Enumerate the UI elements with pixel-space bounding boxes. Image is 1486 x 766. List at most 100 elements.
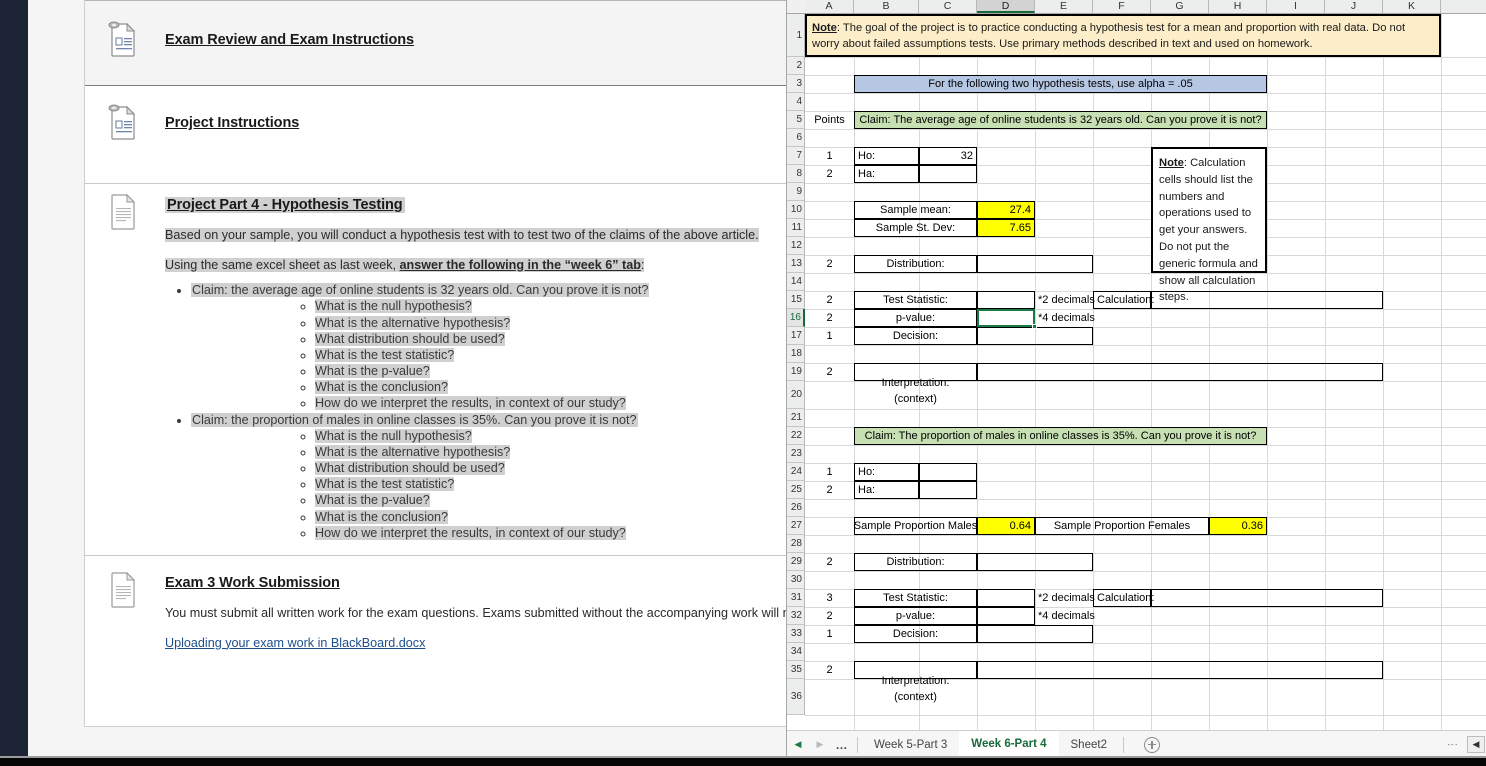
tab-scroll-next-icon[interactable]: ▶ <box>809 734 831 756</box>
lms-item-project-instructions[interactable]: Project Instructions <box>85 86 818 184</box>
calculation-value-cell-1[interactable] <box>1151 291 1383 309</box>
column-header-E[interactable]: E <box>1035 0 1093 13</box>
sample-mean-value-cell[interactable]: 27.4 <box>977 201 1035 219</box>
interpretation-value-cell-1[interactable] <box>977 363 1383 381</box>
column-header-K[interactable]: K <box>1383 0 1441 13</box>
distribution-value-cell-2[interactable] <box>977 553 1093 571</box>
row-header-17[interactable]: 17 <box>787 327 805 345</box>
pvalue-label-cell-2[interactable]: p-value: <box>854 607 977 625</box>
row-header-20[interactable]: 20 <box>787 381 805 409</box>
test-statistic-value-cell-2[interactable] <box>977 589 1035 607</box>
calculation-value-cell-2[interactable] <box>1151 589 1383 607</box>
row-header-2[interactable]: 2 <box>787 57 805 75</box>
row-header-16[interactable]: 16 <box>787 309 805 327</box>
spreadsheet-grid[interactable]: ABCDEFGHIJK 1 2 3 4 5 6 7 8 9 10 11 12 13 14 15 16 17 18 1… <box>787 0 1486 730</box>
points-value-row-29[interactable]: 2 <box>805 553 854 571</box>
row-header-3[interactable]: 3 <box>787 75 805 93</box>
ho-label-cell-1[interactable]: Ho: <box>854 147 919 165</box>
claim-1-banner-cell[interactable]: Claim: The average age of online student… <box>854 111 1267 129</box>
row-header-7[interactable]: 7 <box>787 147 805 165</box>
sample-proportion-males-value-cell[interactable]: 0.64 <box>977 517 1035 535</box>
sheet-tab-week5-part3[interactable]: Week 5-Part 3 <box>862 730 960 758</box>
lms-item-exam-3-submission[interactable]: Exam 3 Work Submission You must submit a… <box>85 556 818 726</box>
row-header-6[interactable]: 6 <box>787 129 805 147</box>
row-header-21[interactable]: 21 <box>787 409 805 427</box>
column-header-D[interactable]: D <box>977 0 1035 13</box>
row-header-27[interactable]: 27 <box>787 517 805 535</box>
row-header-11[interactable]: 11 <box>787 219 805 237</box>
lms-item-project-part-4[interactable]: Project Part 4 - Hypothesis Testing Base… <box>85 184 818 556</box>
points-value-row-32[interactable]: 2 <box>805 607 854 625</box>
points-value-row-24[interactable]: 1 <box>805 463 854 481</box>
row-header-24[interactable]: 24 <box>787 463 805 481</box>
row-header-15[interactable]: 15 <box>787 291 805 309</box>
column-header-C[interactable]: C <box>919 0 977 13</box>
column-header-H[interactable]: H <box>1209 0 1267 13</box>
column-header-A[interactable]: A <box>805 0 854 13</box>
pvalue-value-cell-1[interactable] <box>977 309 1035 327</box>
row-header-35[interactable]: 35 <box>787 661 805 679</box>
row-header-22[interactable]: 22 <box>787 427 805 445</box>
fill-handle[interactable] <box>1032 324 1037 329</box>
sample-sd-value-cell[interactable]: 7.65 <box>977 219 1035 237</box>
test-statistic-value-cell-1[interactable] <box>977 291 1035 309</box>
lms-item-exam-review[interactable]: Exam Review and Exam Instructions <box>85 0 818 86</box>
ha-value-cell-1[interactable] <box>919 165 977 183</box>
interpretation-label-cell-1[interactable]: Interpretation: (context) <box>854 363 977 405</box>
interpretation-label-cell-2[interactable]: Interpretation: (context) <box>854 661 977 703</box>
points-value-row-25[interactable]: 2 <box>805 481 854 499</box>
ha-label-cell-1[interactable]: Ha: <box>854 165 919 183</box>
row-header-26[interactable]: 26 <box>787 499 805 517</box>
row-header-9[interactable]: 9 <box>787 183 805 201</box>
sample-proportion-females-value-cell[interactable]: 0.36 <box>1209 517 1267 535</box>
row-header-10[interactable]: 10 <box>787 201 805 219</box>
points-value-row-17[interactable]: 1 <box>805 327 854 345</box>
sheet-tab-week6-part4[interactable]: Week 6-Part 4 <box>959 730 1059 758</box>
row-header-4[interactable]: 4 <box>787 93 805 111</box>
points-header-cell[interactable]: Points <box>805 111 854 129</box>
row-header-25[interactable]: 25 <box>787 481 805 499</box>
row-header-32[interactable]: 32 <box>787 607 805 625</box>
row-header-18[interactable]: 18 <box>787 345 805 363</box>
ho-value-cell-2[interactable] <box>919 463 977 481</box>
row-header-23[interactable]: 23 <box>787 445 805 463</box>
calculation-label-cell-2[interactable]: Calculation: <box>1093 589 1154 607</box>
distribution-label-cell-2[interactable]: Distribution: <box>854 553 977 571</box>
row-header-36[interactable]: 36 <box>787 679 805 715</box>
tab-overflow-icon[interactable]: … <box>831 734 853 756</box>
column-header-partial[interactable] <box>1441 0 1486 13</box>
interpretation-value-cell-2[interactable] <box>977 661 1383 679</box>
points-value-row-33[interactable]: 1 <box>805 625 854 643</box>
column-header-F[interactable]: F <box>1093 0 1151 13</box>
distribution-value-cell-1[interactable] <box>977 255 1093 273</box>
row-header-8[interactable]: 8 <box>787 165 805 183</box>
row-header-19[interactable]: 19 <box>787 363 805 381</box>
row-header-34[interactable]: 34 <box>787 643 805 661</box>
row-header-13[interactable]: 13 <box>787 255 805 273</box>
row-header-5[interactable]: 5 <box>787 111 805 129</box>
tab-scroll-prev-icon[interactable]: ◀ <box>787 734 809 756</box>
ha-label-cell-2[interactable]: Ha: <box>854 481 919 499</box>
row-header-12[interactable]: 12 <box>787 237 805 255</box>
lms-item-title[interactable]: Project Part 4 - Hypothesis Testing <box>165 197 405 213</box>
distribution-label-cell-1[interactable]: Distribution: <box>854 255 977 273</box>
add-sheet-icon[interactable] <box>1143 736 1160 753</box>
pvalue-value-cell-2[interactable] <box>977 607 1035 625</box>
points-value-row-16[interactable]: 2 <box>805 309 854 327</box>
row-header-33[interactable]: 33 <box>787 625 805 643</box>
sample-proportion-males-label-cell[interactable]: Sample Proportion Males <box>854 517 977 535</box>
sample-proportion-females-label-cell[interactable]: Sample Proportion Females <box>1035 517 1209 535</box>
decision-label-cell-2[interactable]: Decision: <box>854 625 977 643</box>
row-header-14[interactable]: 14 <box>787 273 805 291</box>
column-header-G[interactable]: G <box>1151 0 1209 13</box>
ho-label-cell-2[interactable]: Ho: <box>854 463 919 481</box>
test-statistic-label-cell-1[interactable]: Test Statistic: <box>854 291 977 309</box>
decision-value-cell-1[interactable] <box>977 327 1093 345</box>
points-value-row-19[interactable]: 2 <box>805 363 854 381</box>
points-value-row-15[interactable]: 2 <box>805 291 854 309</box>
decision-label-cell-1[interactable]: Decision: <box>854 327 977 345</box>
alpha-banner-cell[interactable]: For the following two hypothesis tests, … <box>854 75 1267 93</box>
hscroll-left-icon[interactable]: ◀ <box>1467 736 1485 753</box>
column-header-J[interactable]: J <box>1325 0 1383 13</box>
sheet-tab-sheet2[interactable]: Sheet2 <box>1058 730 1119 758</box>
